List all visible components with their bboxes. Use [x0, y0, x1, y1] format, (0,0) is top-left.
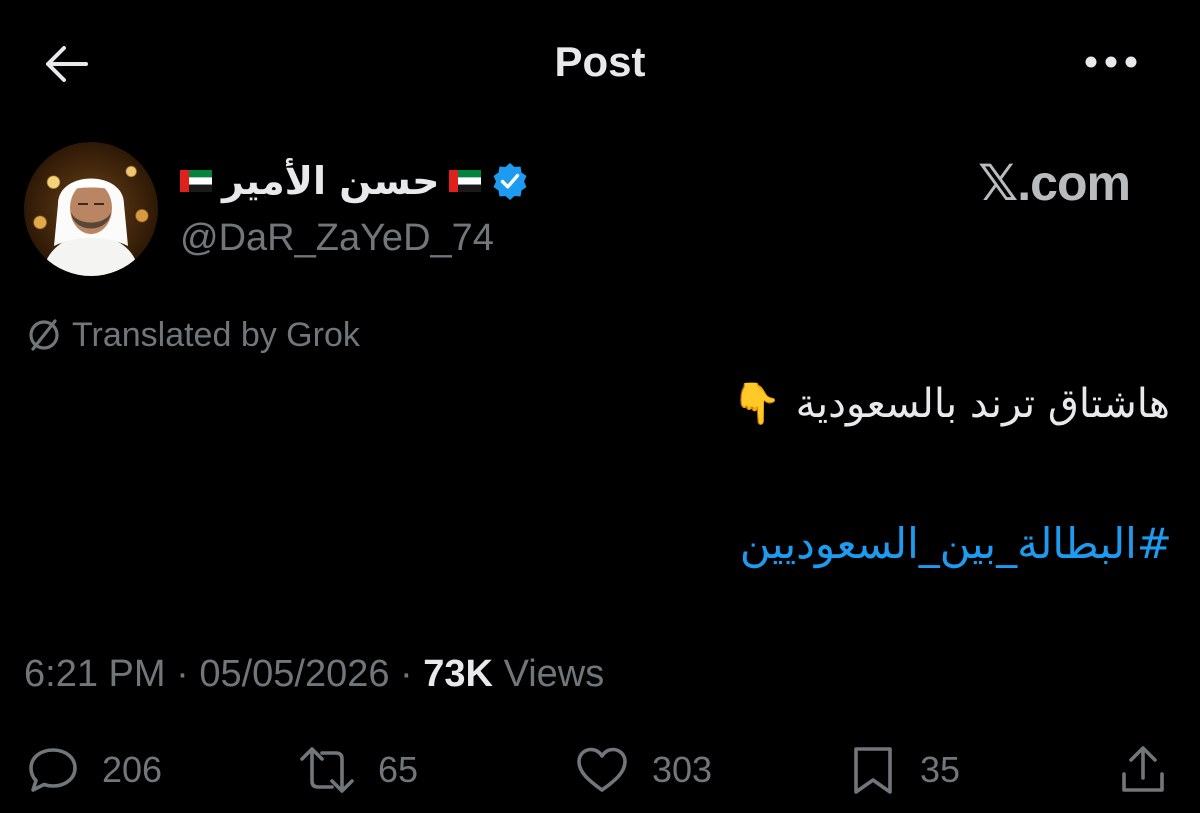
uae-flag-icon [180, 170, 212, 192]
views-count[interactable]: 73K [423, 653, 493, 695]
meta-separator: · [165, 653, 200, 695]
verified-badge-icon [493, 163, 527, 200]
translation-label: Translated by Grok [72, 315, 360, 354]
meta-separator: · [389, 653, 424, 695]
reply-button[interactable]: 206 [26, 740, 162, 800]
reply-count: 206 [102, 749, 163, 790]
avatar[interactable] [24, 142, 158, 276]
translation-notice[interactable]: Translated by Grok [24, 312, 360, 358]
pointing-down-emoji: 👇 [731, 381, 782, 427]
author-name-row[interactable]: حسن الأمير [180, 152, 529, 210]
bookmark-button[interactable]: 35 [848, 740, 960, 800]
post-time[interactable]: 6:21 PM [24, 653, 166, 695]
reply-icon [29, 748, 77, 792]
repost-button[interactable]: 65 [298, 740, 418, 800]
uae-flag-icon [449, 170, 482, 192]
like-count: 303 [652, 749, 713, 790]
author-display-name: حسن الأمير [222, 159, 440, 203]
grok-slash-icon [29, 319, 59, 351]
share-icon [1122, 746, 1164, 792]
heart-icon [577, 747, 627, 792]
page-title: Post [554, 38, 646, 85]
bookmark-icon [854, 747, 892, 794]
bookmark-count: 35 [920, 749, 961, 790]
avatar-portrait [42, 178, 140, 276]
hashtag-link[interactable]: #البطالة_بين_السعوديين [740, 512, 1172, 576]
share-button[interactable] [1118, 740, 1168, 800]
repost-icon [300, 747, 354, 793]
post-text-content: هاشتاق ترند بالسعودية [795, 381, 1170, 427]
views-label: Views [503, 653, 605, 695]
post-date[interactable]: 05/05/2026 [199, 653, 389, 695]
author-handle[interactable]: @DaR_ZaYeD_74 [180, 214, 494, 262]
repost-count: 65 [378, 749, 419, 790]
more-horizontal-icon [1085, 56, 1137, 68]
like-button[interactable]: 303 [574, 740, 712, 800]
post-meta: 6:21 PM · 05/05/2026 · 73K Views [24, 648, 604, 700]
x-com-watermark: 𝕏.com [978, 155, 1131, 211]
more-options-button[interactable] [1080, 42, 1142, 82]
post-text: هاشتاق ترند بالسعودية 👇 [732, 374, 1170, 434]
